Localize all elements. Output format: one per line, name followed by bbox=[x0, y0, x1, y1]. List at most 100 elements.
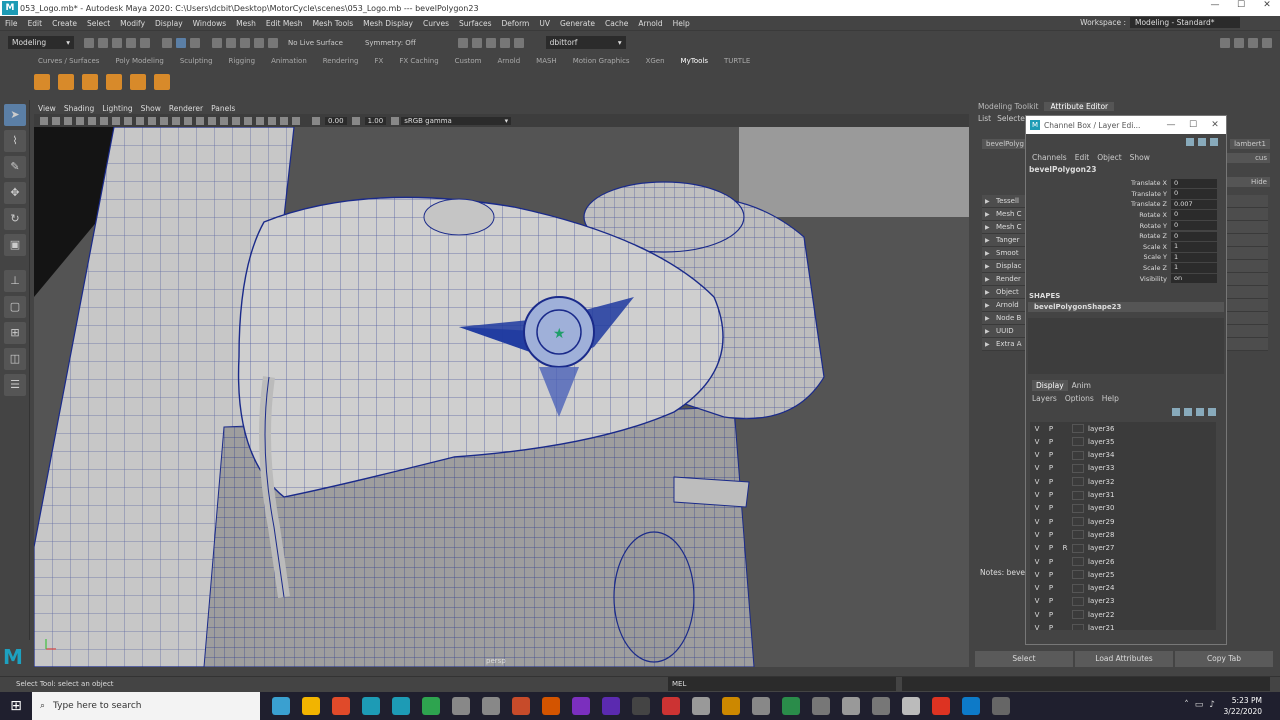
layer-row[interactable]: V Player36 bbox=[1030, 422, 1216, 435]
modeling-toolkit-toggle-icon[interactable] bbox=[1220, 37, 1230, 48]
taskbar-app-icon[interactable] bbox=[512, 697, 530, 715]
menu-create[interactable]: Create bbox=[47, 19, 82, 28]
hypershade-icon[interactable] bbox=[499, 37, 510, 48]
taskbar-app-icon[interactable] bbox=[392, 697, 410, 715]
layer-playback-toggle[interactable]: P bbox=[1044, 478, 1058, 486]
layer-color-swatch[interactable] bbox=[1072, 503, 1084, 513]
shelf-tab[interactable]: FX bbox=[367, 57, 392, 65]
shelf-tab[interactable]: Arnold bbox=[490, 57, 529, 65]
xray-joints-icon[interactable] bbox=[256, 116, 264, 125]
layer-visibility-toggle[interactable]: V bbox=[1030, 597, 1044, 605]
layer-visibility-toggle[interactable]: V bbox=[1030, 438, 1044, 446]
image-plane-icon[interactable] bbox=[64, 116, 72, 125]
layer-visibility-toggle[interactable]: V bbox=[1030, 571, 1044, 579]
menu-arnold[interactable]: Arnold bbox=[633, 19, 667, 28]
layer-color-swatch[interactable] bbox=[1072, 490, 1084, 500]
cb-menu-edit[interactable]: Edit bbox=[1075, 153, 1090, 162]
anti-aliasing-icon[interactable] bbox=[280, 116, 288, 125]
shelf-tab-active[interactable]: MyTools bbox=[673, 57, 716, 65]
snap-curve-icon[interactable] bbox=[226, 37, 236, 48]
layer-color-swatch[interactable] bbox=[1072, 437, 1084, 447]
move-tool-icon[interactable]: ✥ bbox=[4, 182, 26, 204]
attribute-value[interactable]: 0 bbox=[1171, 210, 1217, 220]
snap-grid-icon[interactable] bbox=[212, 37, 222, 48]
workspace-dropdown[interactable]: Modeling - Standard* bbox=[1130, 17, 1240, 28]
ipr-render-icon[interactable] bbox=[471, 37, 482, 48]
layer-playback-toggle[interactable]: P bbox=[1044, 518, 1058, 526]
shelf-tab[interactable]: Custom bbox=[447, 57, 490, 65]
taskbar-app-icon[interactable] bbox=[692, 697, 710, 715]
shelf-tab[interactable]: Rendering bbox=[315, 57, 367, 65]
attribute-value[interactable]: on bbox=[1171, 273, 1217, 284]
menu-modify[interactable]: Modify bbox=[115, 19, 150, 28]
layer-row[interactable]: V Player21 bbox=[1030, 621, 1216, 630]
copy-tab-button[interactable]: Copy Tab bbox=[1175, 651, 1273, 667]
taskbar-app-icon[interactable] bbox=[752, 697, 770, 715]
textured-icon[interactable] bbox=[196, 116, 204, 125]
channel-box-title-bar[interactable]: M Channel Box / Layer Edi... — ☐ ✕ bbox=[1026, 116, 1226, 134]
menu-windows[interactable]: Windows bbox=[188, 19, 231, 28]
lights-icon[interactable] bbox=[208, 116, 216, 125]
tab-attribute-editor[interactable]: Attribute Editor bbox=[1044, 101, 1115, 111]
ae-menu-list[interactable]: List bbox=[978, 114, 991, 123]
shelf-tab[interactable]: Rigging bbox=[221, 57, 264, 65]
gamma-field[interactable]: 1.00 bbox=[364, 116, 387, 125]
symmetry-dropdown[interactable]: Symmetry: Off bbox=[365, 39, 416, 47]
close-button[interactable]: ✕ bbox=[1254, 0, 1280, 10]
arnold-render-icon[interactable] bbox=[513, 37, 524, 48]
smooth-shade-icon[interactable] bbox=[172, 116, 180, 125]
layer-playback-toggle[interactable]: P bbox=[1044, 571, 1058, 579]
depth-of-field-icon[interactable] bbox=[292, 116, 300, 125]
menu-edit-mesh[interactable]: Edit Mesh bbox=[261, 19, 308, 28]
shelf-tab[interactable]: FX Caching bbox=[391, 57, 446, 65]
layer-playback-toggle[interactable]: P bbox=[1044, 438, 1058, 446]
layer-color-swatch[interactable] bbox=[1072, 543, 1084, 553]
attribute-value[interactable]: 0 bbox=[1171, 189, 1217, 199]
hierarchy-mode-icon[interactable] bbox=[162, 37, 172, 48]
layer-color-swatch[interactable] bbox=[1072, 463, 1084, 473]
load-attributes-button[interactable]: Load Attributes bbox=[1075, 651, 1173, 667]
windows-start-icon[interactable]: ⊞ bbox=[0, 692, 32, 720]
taskbar-app-icon[interactable] bbox=[932, 697, 950, 715]
redo-icon[interactable] bbox=[140, 37, 150, 48]
ae-node-tab[interactable]: lambert1 bbox=[1230, 139, 1270, 149]
new-layer-selected-icon[interactable] bbox=[1208, 408, 1216, 416]
rotate-tool-icon[interactable]: ↻ bbox=[4, 208, 26, 230]
taskbar-app-icon[interactable] bbox=[842, 697, 860, 715]
shelf-tab[interactable]: MASH bbox=[528, 57, 565, 65]
layer-row[interactable]: V Player28 bbox=[1030, 528, 1216, 541]
layer-color-swatch[interactable] bbox=[1072, 570, 1084, 580]
taskbar-app-icon[interactable] bbox=[302, 697, 320, 715]
bookmark-icon[interactable] bbox=[52, 116, 60, 125]
layer-color-swatch[interactable] bbox=[1072, 623, 1084, 630]
gate-mask-icon[interactable] bbox=[112, 116, 120, 125]
attribute-editor-toggle-icon[interactable] bbox=[1234, 37, 1244, 48]
layer-visibility-toggle[interactable]: V bbox=[1030, 544, 1044, 552]
ambient-occlusion-icon[interactable] bbox=[268, 116, 276, 125]
layer-playback-toggle[interactable]: P bbox=[1044, 531, 1058, 539]
shelf-tool-icon[interactable] bbox=[58, 74, 74, 90]
field-chart-icon[interactable] bbox=[124, 116, 132, 125]
network-icon[interactable]: ▭ bbox=[1195, 700, 1204, 710]
shelf-tool-icon[interactable] bbox=[34, 74, 50, 90]
shelf-tab[interactable]: Motion Graphics bbox=[565, 57, 638, 65]
taskbar-app-icon[interactable] bbox=[812, 697, 830, 715]
taskbar-app-icon[interactable] bbox=[722, 697, 740, 715]
layer-playback-toggle[interactable]: P bbox=[1044, 624, 1058, 630]
new-layer-icon[interactable] bbox=[1196, 408, 1204, 416]
layer-playback-toggle[interactable]: P bbox=[1044, 491, 1058, 499]
layer-row[interactable]: V Player34 bbox=[1030, 449, 1216, 462]
snap-point-icon[interactable] bbox=[240, 37, 250, 48]
menu-surfaces[interactable]: Surfaces bbox=[454, 19, 496, 28]
menu-mesh-tools[interactable]: Mesh Tools bbox=[308, 19, 359, 28]
layer-playback-toggle[interactable]: P bbox=[1044, 451, 1058, 459]
attribute-value[interactable]: 0 bbox=[1171, 178, 1217, 189]
ae-node-tab[interactable]: bevelPolyg bbox=[982, 139, 1028, 149]
tab-display-layers[interactable]: Display bbox=[1032, 379, 1068, 391]
layer-row[interactable]: V Player30 bbox=[1030, 502, 1216, 515]
mel-command-field[interactable]: MEL bbox=[668, 677, 896, 691]
undo-icon[interactable] bbox=[126, 37, 136, 48]
move-layer-down-icon[interactable] bbox=[1184, 408, 1192, 416]
attribute-value[interactable]: 0 bbox=[1171, 231, 1217, 242]
layer-visibility-toggle[interactable]: V bbox=[1030, 584, 1044, 592]
